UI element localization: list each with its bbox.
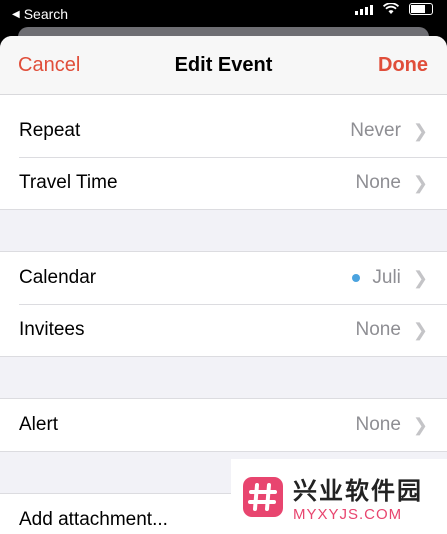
row-label: Travel Time	[19, 172, 118, 193]
row-value: None	[355, 414, 401, 435]
row-value: Never	[350, 120, 401, 141]
status-icons	[355, 3, 433, 15]
chevron-right-icon: ❯	[412, 319, 428, 340]
back-search-label: Search	[23, 6, 69, 22]
watermark-cn: 兴业软件园	[293, 477, 423, 505]
alert-row[interactable]: Alert None ❯	[0, 399, 447, 451]
repeat-row[interactable]: Repeat Never ❯	[0, 105, 447, 157]
navigation-bar: Cancel Edit Event Done	[0, 36, 447, 95]
alert-group: Alert None ❯	[0, 399, 447, 451]
chevron-right-icon: ❯	[412, 414, 428, 435]
row-label: Alert	[19, 414, 59, 435]
row-value: Juli	[372, 267, 401, 288]
done-button[interactable]: Done	[378, 54, 428, 77]
wifi-icon	[383, 3, 399, 14]
status-bar: ◀ Search	[0, 0, 447, 28]
battery-icon	[409, 3, 433, 15]
chevron-right-icon: ❯	[412, 120, 428, 141]
chevron-right-icon: ❯	[412, 172, 428, 193]
calendar-row[interactable]: Calendar Juli ❯	[0, 252, 447, 304]
travel-time-row[interactable]: Travel Time None ❯	[0, 157, 447, 209]
row-value: None	[355, 319, 401, 340]
back-triangle-icon: ◀	[12, 8, 20, 20]
watermark: 兴业软件园 MYXYJS.COM	[231, 459, 447, 534]
chevron-right-icon: ❯	[412, 267, 428, 288]
row-label: Invitees	[19, 319, 85, 340]
section-spacer	[0, 356, 447, 399]
watermark-text: 兴业软件园 MYXYJS.COM	[293, 471, 423, 523]
calendar-group: Calendar Juli ❯ Invitees None ❯	[0, 252, 447, 356]
repeat-group: Repeat Never ❯ Travel Time None ❯	[0, 105, 447, 209]
cropped-row	[0, 95, 447, 105]
invitees-row[interactable]: Invitees None ❯	[0, 304, 447, 356]
row-value: None	[355, 172, 401, 193]
row-label: Repeat	[19, 120, 81, 141]
watermark-logo-icon	[243, 476, 283, 517]
section-spacer	[0, 209, 447, 252]
cellular-signal-icon	[355, 5, 373, 15]
calendar-color-dot-icon	[352, 274, 361, 282]
watermark-en: MYXYJS.COM	[293, 505, 403, 523]
row-label: Calendar	[19, 267, 97, 288]
back-to-search[interactable]: ◀ Search	[12, 6, 68, 22]
